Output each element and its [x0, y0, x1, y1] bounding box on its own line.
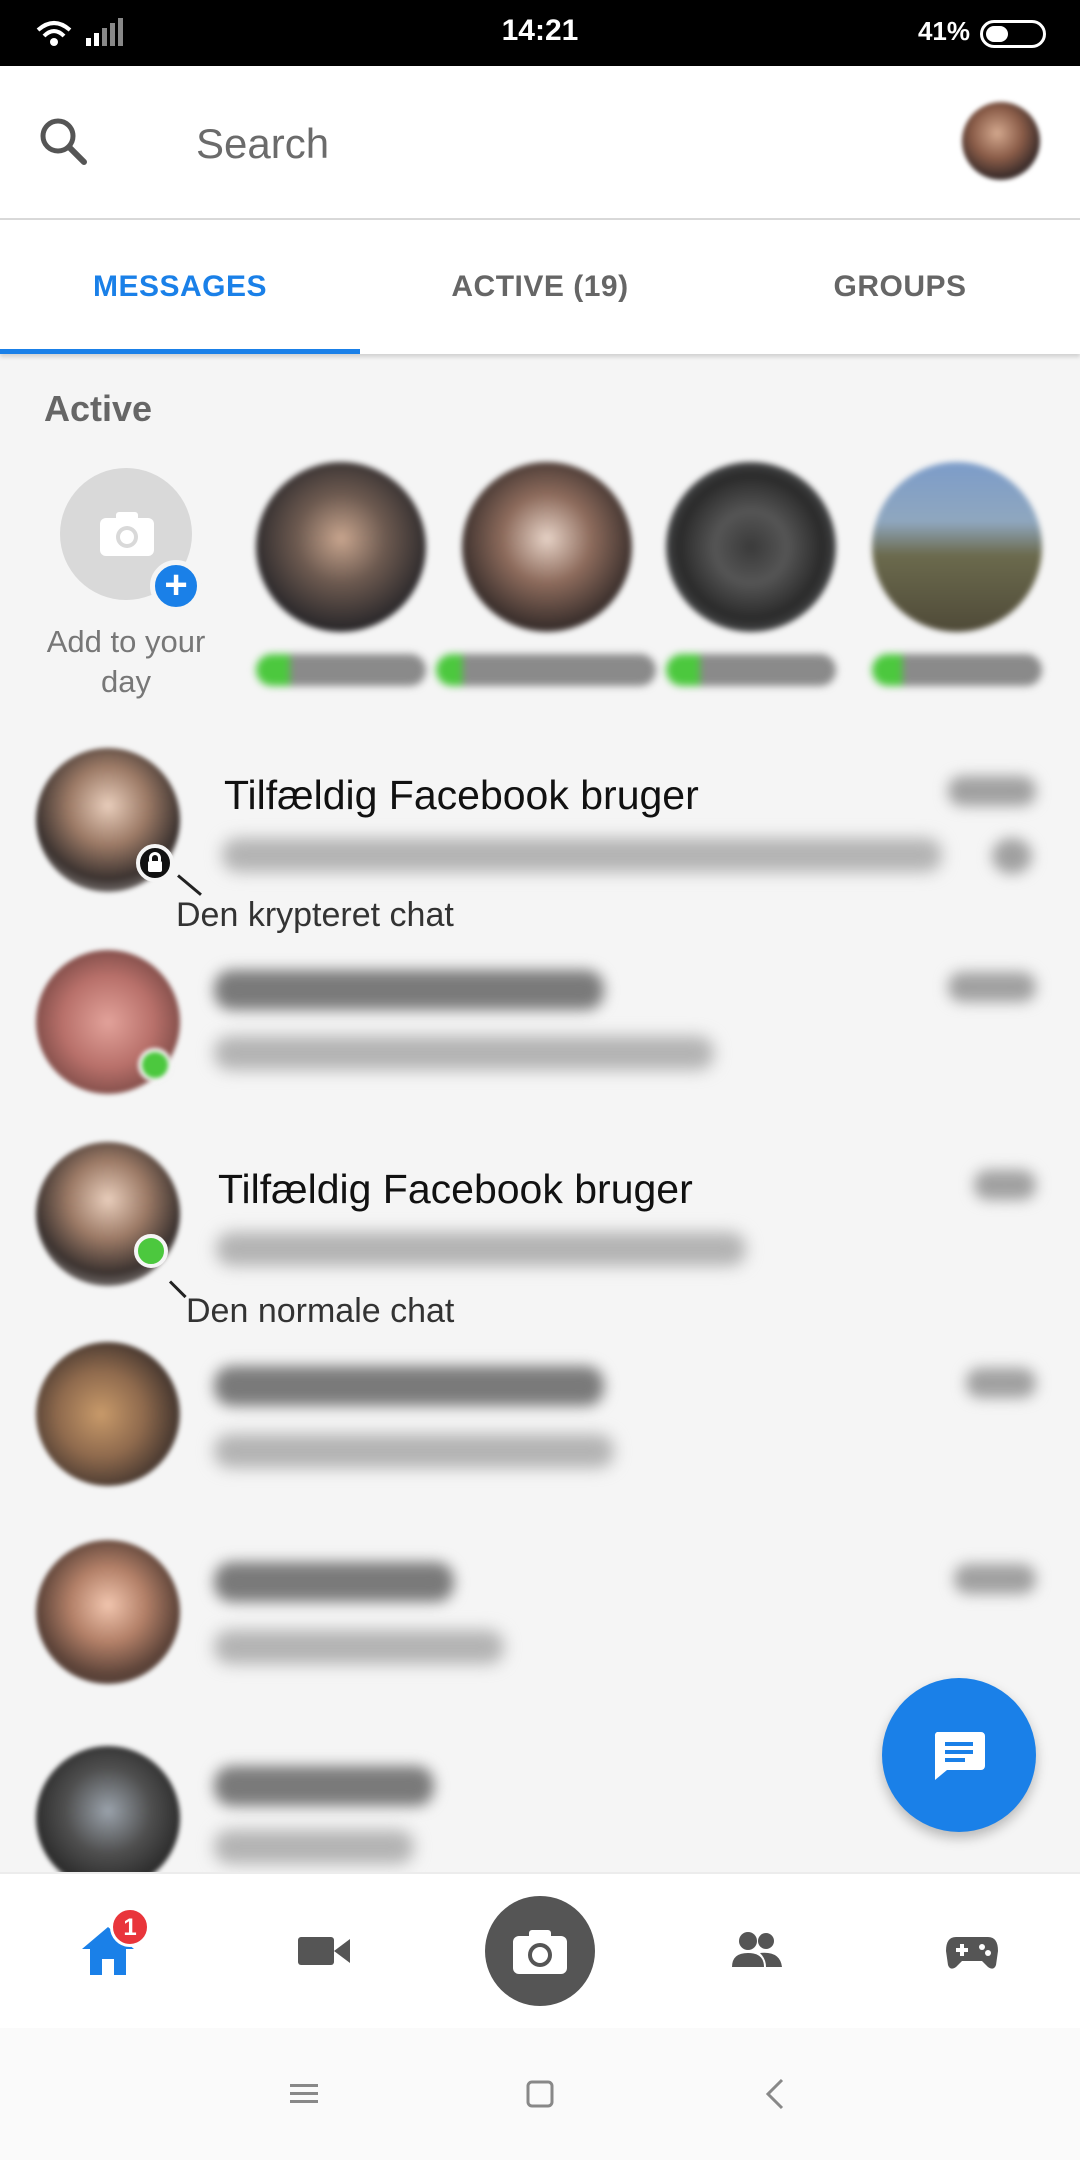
bottom-nav: 1: [0, 1872, 1080, 2028]
active-contact-avatar[interactable]: [256, 462, 426, 632]
conversation-time: [966, 1368, 1036, 1398]
camera-icon: [100, 512, 154, 556]
tab-bar: MESSAGES ACTIVE (19) GROUPS: [0, 220, 1080, 354]
search-icon[interactable]: [36, 114, 92, 170]
conversation-time: [974, 1170, 1036, 1200]
chat-bubble-icon: [934, 1732, 985, 1780]
active-contact-name: [666, 654, 836, 686]
read-receipt-icon: [992, 838, 1032, 874]
profile-avatar[interactable]: [962, 102, 1040, 180]
online-status-icon: [138, 1048, 172, 1082]
conversation-name: [214, 1562, 454, 1602]
conversation-time: [948, 972, 1036, 1002]
conversation-preview: [216, 1232, 746, 1266]
tab-messages[interactable]: MESSAGES: [0, 220, 360, 354]
video-camera-icon: [298, 1937, 350, 1965]
system-nav: [0, 2028, 1080, 2160]
nav-camera[interactable]: [480, 1891, 600, 2011]
compose-button[interactable]: [882, 1678, 1036, 1832]
conversation-avatar: [36, 1342, 180, 1486]
active-contact-avatar[interactable]: [872, 462, 1042, 632]
active-contact-name: [872, 654, 1042, 686]
status-bar: 14:21 41%: [0, 0, 1080, 66]
conversation-name: Tilfældig Facebook bruger: [224, 772, 699, 818]
active-contact-name: [256, 654, 426, 686]
conversation-avatar: [36, 1746, 180, 1872]
tab-groups[interactable]: GROUPS: [720, 220, 1080, 354]
notification-badge: 1: [110, 1907, 150, 1947]
game-controller-icon: [946, 1937, 998, 1969]
conversation-preview: [214, 1036, 714, 1070]
conversation-row[interactable]: Tilfældig Facebook bruger: [0, 1130, 1080, 1326]
active-contact-avatar[interactable]: [462, 462, 632, 632]
nav-home[interactable]: 1: [48, 1891, 168, 2011]
conversation-row[interactable]: Tilfældig Facebook bruger: [0, 720, 1080, 916]
camera-icon: [513, 1930, 567, 1974]
add-to-day-button[interactable]: +: [60, 468, 202, 612]
online-status-icon: [134, 1234, 168, 1268]
plus-icon: +: [150, 560, 202, 612]
battery-icon: [980, 20, 1046, 48]
back-icon[interactable]: [758, 2076, 794, 2112]
conversation-name: Tilfældig Facebook bruger: [218, 1166, 693, 1212]
conversation-row[interactable]: [0, 940, 1080, 1136]
conversation-time: [948, 776, 1036, 806]
conversation-avatar: [36, 1540, 180, 1684]
conversation-name: [214, 970, 604, 1010]
people-icon: [732, 1932, 782, 1967]
home-square-icon[interactable]: [522, 2076, 558, 2112]
battery-percent: 41%: [917, 16, 970, 46]
tab-active[interactable]: ACTIVE (19): [360, 220, 720, 354]
menu-icon[interactable]: [286, 2076, 322, 2112]
conversation-preview: [222, 838, 942, 872]
search-bar: [0, 66, 1080, 220]
annotation-normal: Den normale chat: [186, 1292, 455, 1330]
conversation-row[interactable]: [0, 1334, 1080, 1530]
active-contact-avatar[interactable]: [666, 462, 836, 632]
conversation-name: [214, 1766, 434, 1806]
lock-icon: [136, 844, 174, 882]
conversation-preview: [214, 1830, 414, 1864]
add-to-day-label: Add to your day: [46, 624, 206, 699]
conversation-name: [214, 1366, 604, 1406]
conversation-preview: [214, 1434, 614, 1468]
active-heading: Active: [44, 388, 153, 429]
active-contact-name: [436, 654, 656, 686]
nav-people[interactable]: [696, 1891, 816, 2011]
nav-video[interactable]: [264, 1891, 384, 2011]
conversation-time: [954, 1564, 1036, 1594]
conversation-preview: [214, 1630, 504, 1664]
nav-games[interactable]: [912, 1891, 1032, 2011]
annotation-encrypted: Den krypteret chat: [176, 896, 454, 934]
search-input[interactable]: [196, 112, 896, 176]
